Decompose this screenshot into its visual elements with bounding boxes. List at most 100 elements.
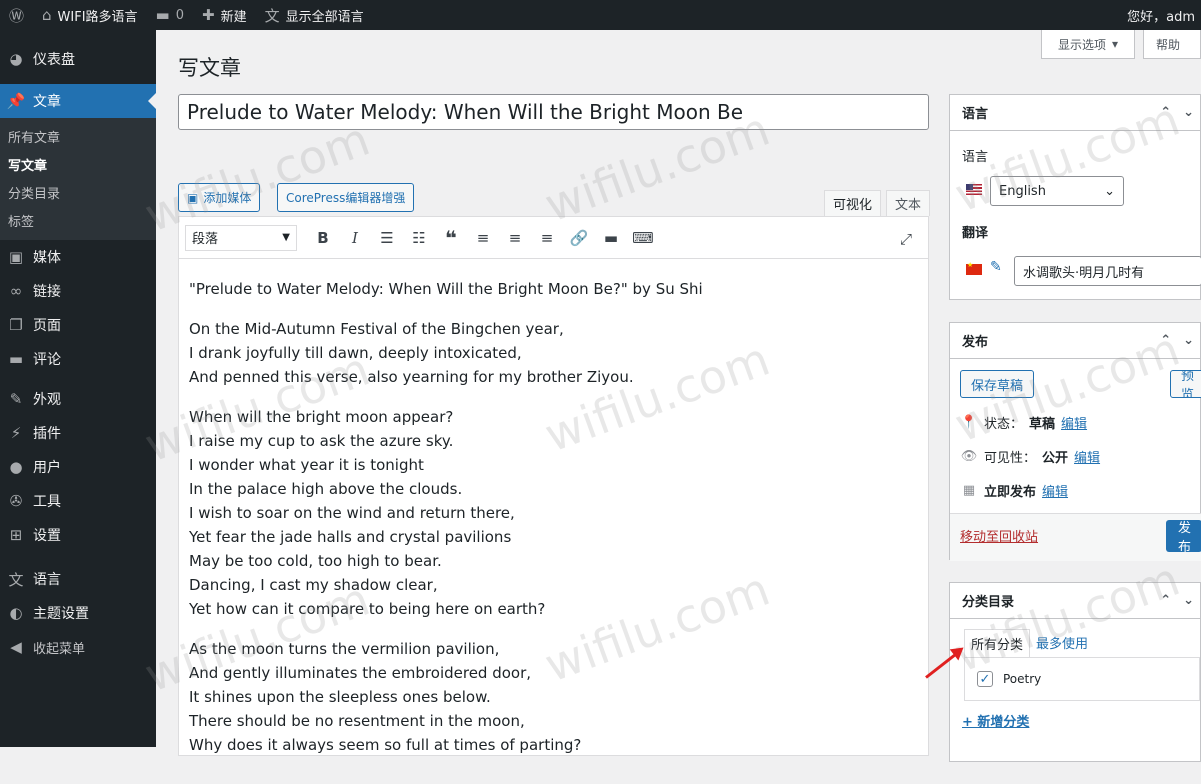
chevron-up-icon[interactable]: ⌃ (1160, 333, 1171, 348)
menu-collapse[interactable]: ◀ 收起菜单 (0, 630, 156, 664)
paragraph: "Prelude to Water Melody: When Will the … (189, 280, 703, 298)
menu-appearance[interactable]: ✎ 外观 (0, 382, 156, 416)
submenu-tags[interactable]: 标签 (0, 206, 156, 234)
menu-dashboard[interactable]: ◕ 仪表盘 (0, 42, 156, 76)
tab-all-categories[interactable]: 所有分类 (964, 629, 1031, 657)
tab-visual[interactable]: 可视化 (824, 190, 882, 216)
tab-text[interactable]: 文本 (886, 190, 931, 216)
user-icon: ● (9, 458, 23, 476)
post-title-input[interactable]: Prelude to Water Melody: When Will the B… (178, 94, 929, 130)
category-box-header: 分类目录 ⌃ ⌄ (950, 583, 1200, 619)
edit-schedule-link[interactable]: 编辑 (1042, 481, 1068, 500)
new-content-link[interactable]: ✚ 新建 (193, 0, 256, 30)
format-select[interactable]: 段落 ▼ (185, 224, 297, 251)
admin-sidebar: ◕ 仪表盘 📌 文章 所有文章 写文章 分类目录 标签 ▣ 媒体 ∞ 链接 ❐ 页面 ▬ 评… (0, 30, 156, 747)
sidebar-metaboxes: 语言 ⌃⌄ 语言 English⌄ 翻译 ✎ 水调歌头·明月几时有 发布 ⌃⌄ … (949, 94, 1201, 784)
screen-meta-tabs: 显示选项 ▾ 帮助 (1040, 30, 1201, 59)
menu-languages[interactable]: 文语言 (0, 562, 156, 596)
menu-media[interactable]: ▣ 媒体 (0, 240, 156, 274)
media-icon: ▣ (8, 248, 24, 266)
plus-icon: ✚ (202, 6, 215, 24)
help-button[interactable]: 帮助 (1142, 30, 1201, 59)
chevron-down-icon: ⌄ (1104, 183, 1115, 199)
align-center-button[interactable]: ≡ (499, 224, 531, 252)
align-right-button[interactable]: ≡ (531, 224, 563, 252)
poetry-checkbox[interactable]: ✓ (977, 671, 993, 687)
language-select[interactable]: English ⌄ (990, 176, 1124, 206)
paragraph: On the Mid-Autumn Festival of the Bingch… (189, 320, 634, 386)
menu-theme-settings[interactable]: ◐ 主题设置 (0, 596, 156, 630)
save-draft-button[interactable]: 保存草稿 (960, 370, 1035, 398)
us-flag-icon (966, 184, 982, 195)
wordpress-icon: Ⓦ (9, 6, 25, 25)
italic-button[interactable]: I (339, 224, 371, 252)
bullet-list-button[interactable]: ☰ (371, 224, 403, 252)
menu-comments[interactable]: ▬ 评论 (0, 342, 156, 376)
category-list: ✓ Poetry (964, 657, 1200, 701)
editor-toolbar: 段落 ▼ B I ☰ ☷ ❝ ≡ ≡ ≡ 🔗 ▬ ⌨ ⤢ (179, 217, 928, 259)
translation-input[interactable]: 水调歌头·明月几时有 (1014, 256, 1201, 286)
chevron-up-icon[interactable]: ⌃ (1160, 593, 1171, 608)
add-category-link[interactable]: + 新增分类 (962, 711, 1029, 730)
collapse-icon: ◀ (10, 638, 22, 656)
bold-button[interactable]: B (307, 224, 339, 252)
menu-settings[interactable]: ⊞ 设置 (0, 518, 156, 552)
link-icon: ∞ (9, 282, 23, 300)
comments-link[interactable]: ▬ 0 (147, 0, 193, 30)
account-menu[interactable]: 您好，adm (1121, 0, 1201, 30)
show-all-languages-link[interactable]: 文显示全部语言 (256, 0, 373, 30)
site-name-link[interactable]: ⌂ WIFI路多语言 (33, 0, 147, 30)
main-content: 显示选项 ▾ 帮助 写文章 Prelude to Water Melody: Wh… (156, 30, 1201, 762)
preview-button[interactable]: 预览 (1170, 370, 1201, 398)
media-icon: ▣ (187, 190, 199, 205)
add-media-button[interactable]: ▣ 添加媒体 (178, 183, 261, 212)
post-editor: 段落 ▼ B I ☰ ☷ ❝ ≡ ≡ ≡ 🔗 ▬ ⌨ ⤢ "Prelude to … (178, 216, 929, 756)
home-icon: ⌂ (42, 6, 52, 24)
tab-most-used[interactable]: 最多使用 (1030, 629, 1094, 657)
chevron-down-icon[interactable]: ⌄ (1183, 593, 1194, 608)
menu-plugins[interactable]: ⚡ 插件 (0, 416, 156, 450)
link-icon[interactable]: 🔗 (563, 224, 595, 252)
menu-links[interactable]: ∞ 链接 (0, 274, 156, 308)
menu-tools[interactable]: ✇ 工具 (0, 484, 156, 518)
align-left-button[interactable]: ≡ (467, 224, 499, 252)
plugin-icon: ⚡ (10, 424, 22, 442)
category-label: Poetry (1003, 672, 1042, 686)
read-more-button[interactable]: ▬ (595, 224, 627, 252)
edit-visibility-link[interactable]: 编辑 (1074, 447, 1100, 466)
menu-pages[interactable]: ❐ 页面 (0, 308, 156, 342)
edit-status-link[interactable]: 编辑 (1061, 413, 1087, 432)
wp-logo-button[interactable]: Ⓦ (0, 0, 33, 30)
submenu-categories[interactable]: 分类目录 (0, 178, 156, 206)
corepress-button[interactable]: CorePress编辑器增强 (277, 183, 415, 212)
visibility-row: 👁 可见性： 公开 编辑 (960, 447, 1101, 466)
fullscreen-icon[interactable]: ⤢ (892, 225, 920, 253)
page-title: 写文章 (178, 56, 241, 80)
menu-posts[interactable]: 📌 文章 (0, 84, 156, 118)
numbered-list-button[interactable]: ☷ (403, 224, 435, 252)
calendar-icon: ▦ (962, 482, 976, 498)
menu-users[interactable]: ● 用户 (0, 450, 156, 484)
chevron-down-icon[interactable]: ⌄ (1183, 105, 1194, 120)
screen-options-button[interactable]: 显示选项 ▾ (1040, 30, 1135, 59)
pencil-icon[interactable]: ✎ (990, 259, 1002, 275)
translate-icon: 文 (264, 6, 280, 25)
caret-down-icon: ▼ (282, 232, 290, 243)
translate-icon: 文 (8, 570, 24, 589)
blockquote-button[interactable]: ❝ (435, 224, 467, 252)
toolbar-toggle-button[interactable]: ⌨ (627, 224, 659, 252)
checkmark-icon: ✓ (979, 671, 991, 687)
paragraph: As the moon turns the vermilion pavilion… (189, 640, 582, 754)
settings-icon: ⊞ (9, 526, 23, 544)
publish-button[interactable]: 发布 (1166, 520, 1201, 552)
eye-icon: 👁 (960, 448, 978, 464)
chevron-down-icon[interactable]: ⌄ (1183, 333, 1194, 348)
submenu-all-posts[interactable]: 所有文章 (0, 122, 156, 150)
editor-body[interactable]: "Prelude to Water Melody: When Will the … (179, 259, 928, 757)
brush-icon: ✎ (9, 390, 23, 408)
pin-icon: 📌 (6, 92, 26, 110)
chevron-up-icon[interactable]: ⌃ (1160, 105, 1171, 120)
wrench-icon: ✇ (9, 492, 23, 510)
submenu-new-post[interactable]: 写文章 (0, 150, 156, 178)
trash-link[interactable]: 移动至回收站 (960, 526, 1038, 545)
